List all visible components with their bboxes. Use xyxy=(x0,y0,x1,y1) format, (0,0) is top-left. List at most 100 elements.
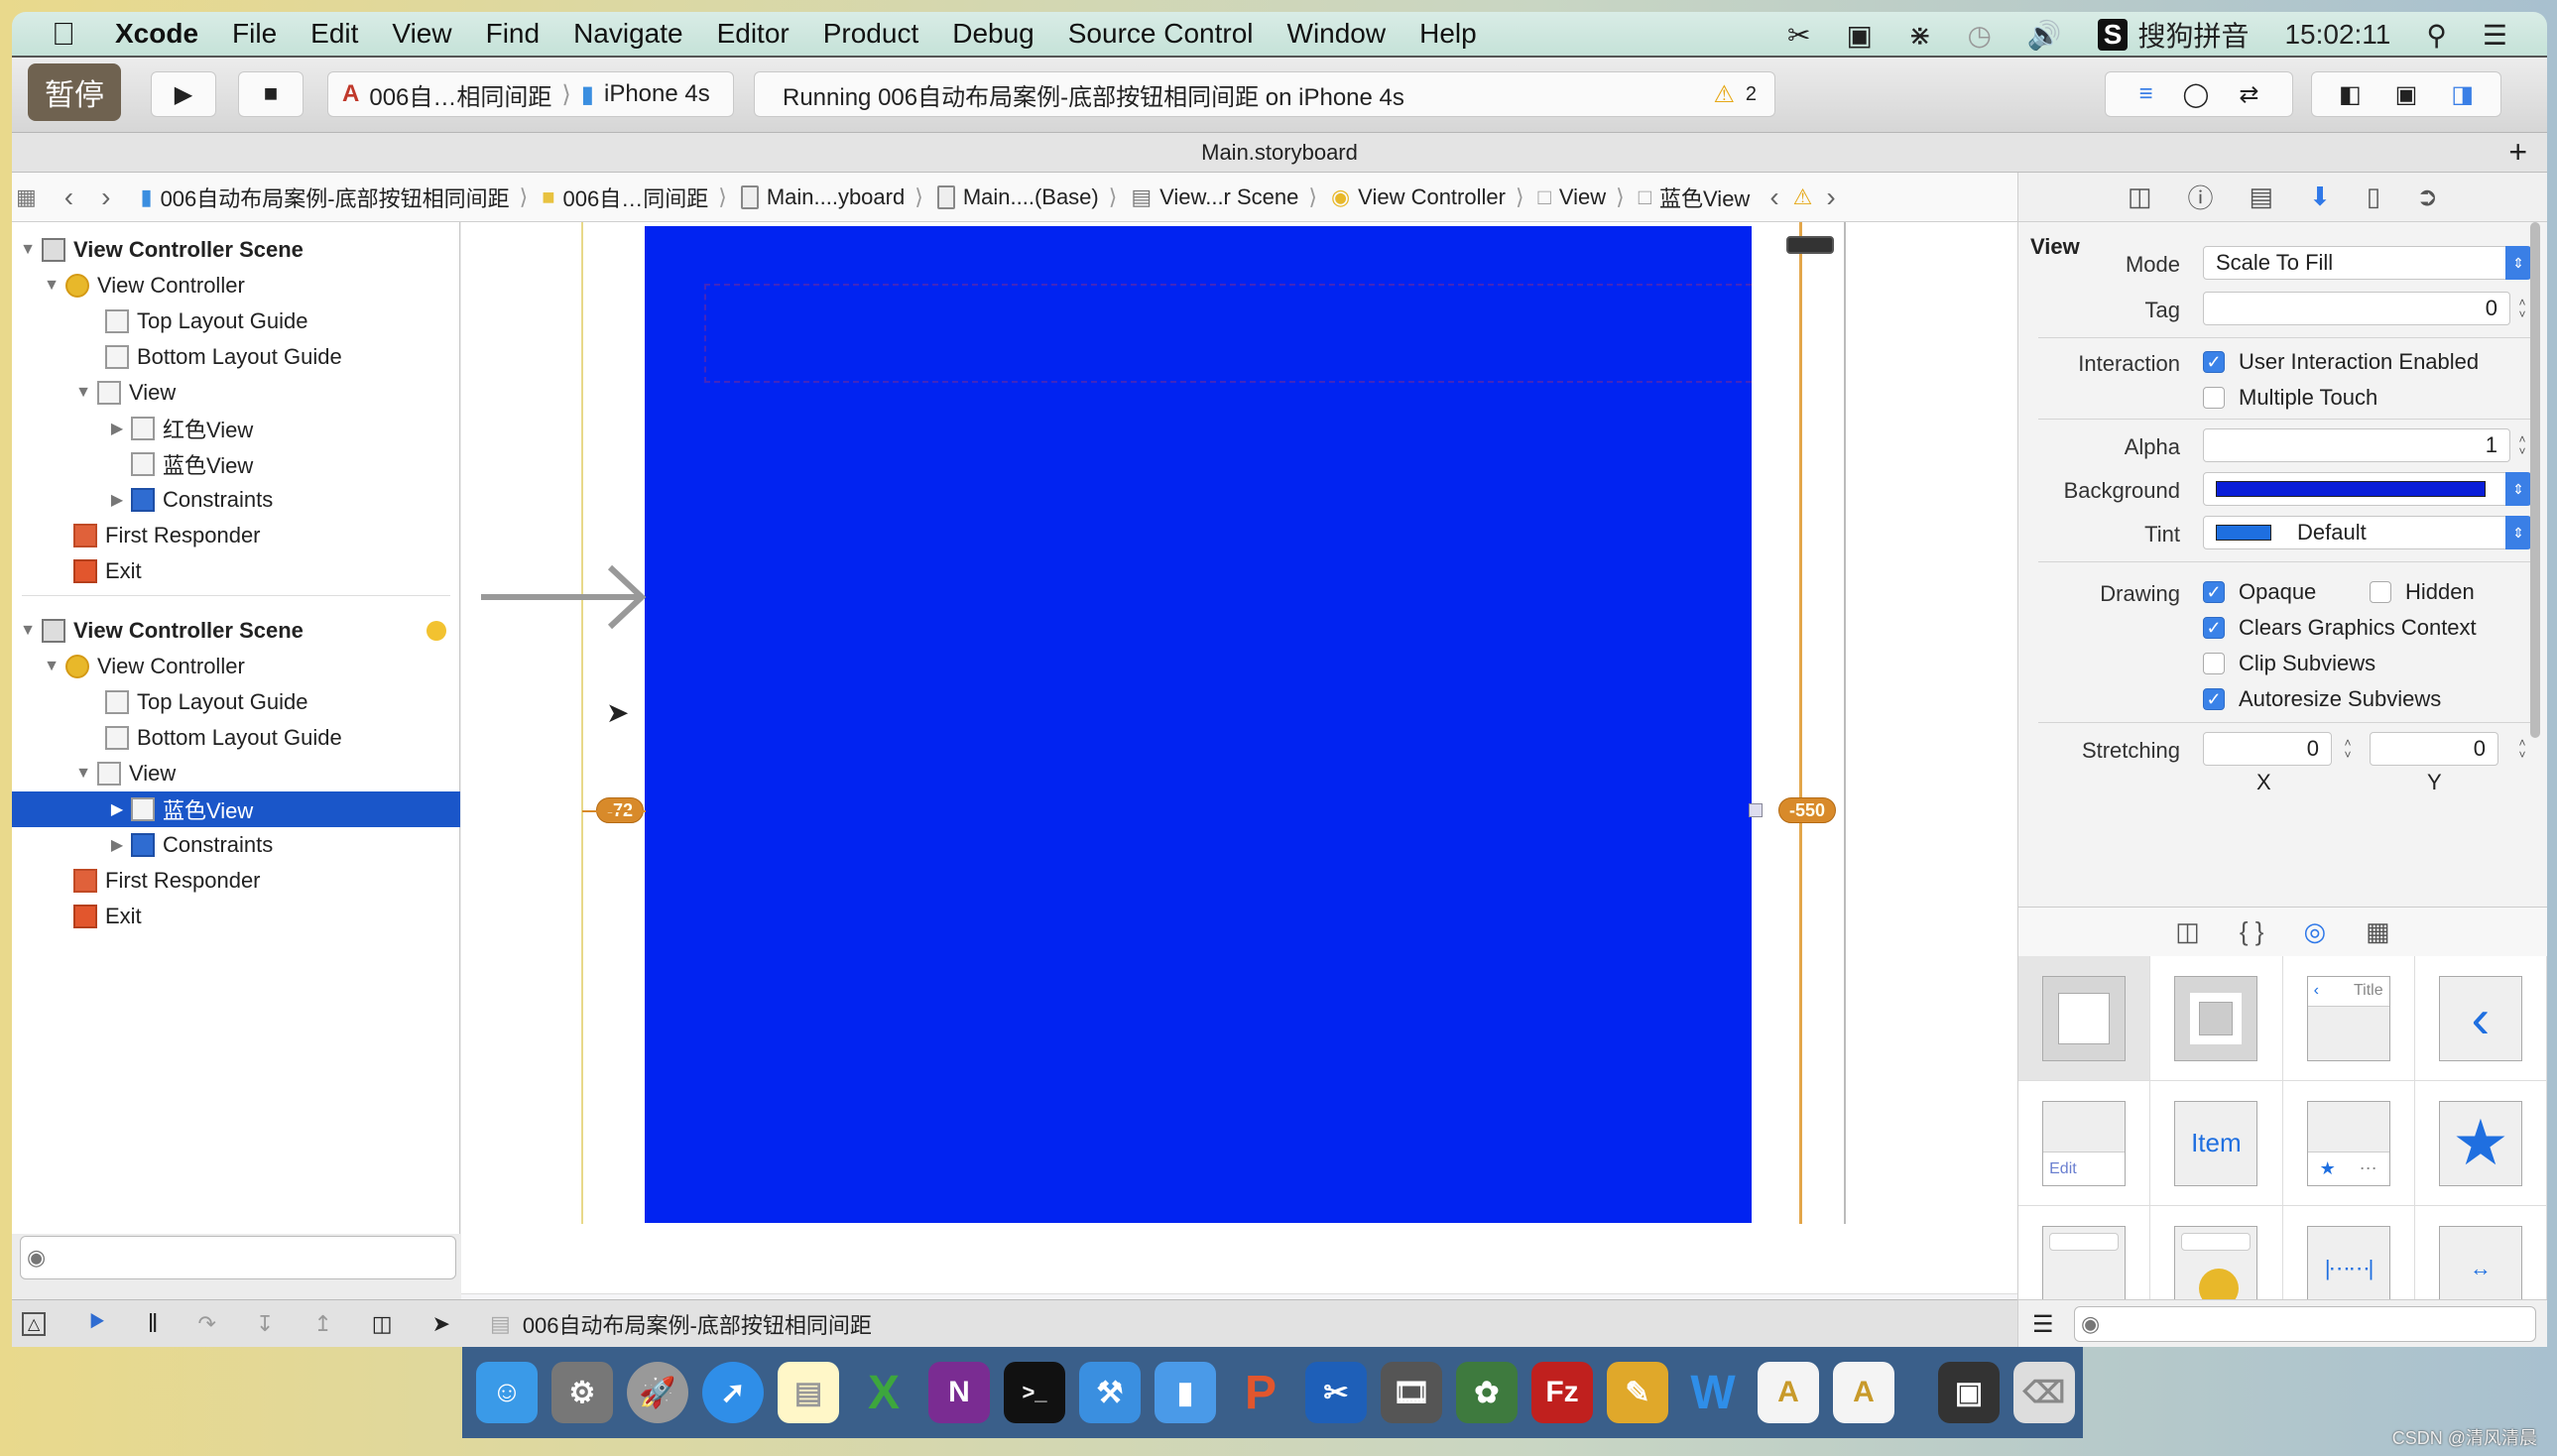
outline-red-view[interactable]: ▶ 红色View xyxy=(12,411,460,446)
dock-terminal-icon[interactable]: >_ xyxy=(1004,1362,1065,1423)
clip-subviews-checkbox[interactable]: Clip Subviews xyxy=(2203,651,2375,676)
disclosure-closed-icon[interactable]: ▶ xyxy=(109,799,125,819)
standard-editor-icon[interactable]: ≡ xyxy=(2139,80,2153,108)
library-item-bar-button-item[interactable]: Item xyxy=(2150,1081,2283,1206)
camera-icon[interactable]: ▣ xyxy=(1847,19,1873,52)
tag-stepper[interactable]: ˄ ˅ xyxy=(2514,292,2530,325)
library-item-container-view[interactable] xyxy=(2150,956,2283,1081)
dock-screenshot-icon[interactable]: ✂ xyxy=(1305,1362,1367,1423)
dock-screen-recorder-icon[interactable]: ▣ xyxy=(1938,1362,2000,1423)
version-editor-icon[interactable]: ⇄ xyxy=(2239,80,2258,109)
clock[interactable]: 15:02:11 xyxy=(2284,19,2390,51)
jump-scene[interactable]: ▤ View...r Scene xyxy=(1131,184,1298,210)
outline-exit[interactable]: Exit xyxy=(12,553,460,589)
dock-app-icon[interactable]: ✿ xyxy=(1456,1362,1518,1423)
tint-select[interactable]: Default ⇕ xyxy=(2203,516,2532,549)
spotlight-icon[interactable]: ⚲ xyxy=(2426,19,2447,52)
library-item-view[interactable] xyxy=(2018,956,2151,1081)
outline-scene-2[interactable]: ▼ View Controller Scene xyxy=(12,613,460,649)
outline-constraints[interactable]: ▶ Constraints xyxy=(12,827,460,863)
menu-source-control[interactable]: Source Control xyxy=(1068,18,1254,50)
list-view-icon[interactable]: ☰ xyxy=(2032,1310,2054,1339)
disclosure-open-icon[interactable]: ▼ xyxy=(20,241,36,259)
disclosure-open-icon[interactable]: ▼ xyxy=(75,765,91,783)
jump-storyboard[interactable]: Main....yboard xyxy=(740,184,905,210)
trailing-constraint-badge[interactable]: -550 xyxy=(1778,797,1837,823)
menu-help[interactable]: Help xyxy=(1419,18,1477,50)
background-color-select[interactable]: ⇕ xyxy=(2203,472,2532,506)
library-item-navigation-item[interactable]: ‹ xyxy=(2414,956,2547,1081)
step-over-icon[interactable]: ↷ xyxy=(197,1311,215,1337)
outline-scene-1[interactable]: ▼ View Controller Scene xyxy=(12,232,460,268)
outline-view[interactable]: ▼ View xyxy=(12,756,460,791)
warning-dot-icon[interactable] xyxy=(426,621,446,641)
issue-warning-icon[interactable]: ⚠ xyxy=(1793,184,1813,210)
user-interaction-checkbox[interactable]: ✓ User Interaction Enabled xyxy=(2203,349,2479,375)
warning-icon[interactable]: ⚠ xyxy=(1713,80,1735,109)
next-issue-button[interactable]: › xyxy=(1826,182,1835,213)
menu-app[interactable]: Xcode xyxy=(115,18,198,50)
debug-target-label[interactable]: 006自动布局案例-底部按钮相同间距 xyxy=(523,1308,872,1340)
pause-execution-icon[interactable]: ‖ xyxy=(148,1308,159,1339)
file-inspector-icon[interactable]: ◫ xyxy=(2128,182,2152,212)
library-item-navigation-bar[interactable]: ‹ Title xyxy=(2282,956,2415,1081)
stretch-y-stepper[interactable]: ˄ ˅ xyxy=(2514,732,2530,766)
dock-app-icon[interactable]: ✎ xyxy=(1607,1362,1668,1423)
dock-document-icon[interactable]: A xyxy=(1758,1362,1819,1423)
outline-blue-view[interactable]: 蓝色View xyxy=(12,446,460,482)
dock-safari-icon[interactable]: ➚ xyxy=(702,1362,764,1423)
bluetooth-icon[interactable]: ⋇ xyxy=(1908,19,1931,52)
dock-excel-icon[interactable]: X xyxy=(853,1362,914,1423)
library-item-tab-bar[interactable]: ★ ⋯ xyxy=(2282,1081,2415,1206)
step-into-icon[interactable]: ↧ xyxy=(256,1311,274,1337)
volume-icon[interactable]: 🔊 xyxy=(2027,19,2062,52)
outline-bottom-layout-guide[interactable]: Bottom Layout Guide xyxy=(12,339,460,375)
alpha-stepper[interactable]: ˄ ˅ xyxy=(2514,428,2530,462)
scheme-selector[interactable]: A 006自…相同间距 ⟩ ▮ iPhone 4s xyxy=(327,71,734,117)
breakpoints-toggle-icon[interactable]: ⯈ xyxy=(85,1307,107,1340)
menu-debug[interactable]: Debug xyxy=(952,18,1035,50)
menu-product[interactable]: Product xyxy=(823,18,919,50)
clears-graphics-checkbox[interactable]: ✓ Clears Graphics Context xyxy=(2203,615,2477,641)
navigator-toggle-icon[interactable]: ◧ xyxy=(2339,80,2362,109)
outline-bottom-layout-guide[interactable]: Bottom Layout Guide xyxy=(12,720,460,756)
location-icon[interactable]: ➤ xyxy=(432,1311,450,1337)
dock-notes-icon[interactable]: ▤ xyxy=(778,1362,839,1423)
menu-find[interactable]: Find xyxy=(486,18,540,50)
apple-icon[interactable]:  xyxy=(52,16,75,53)
previous-issue-button[interactable]: ‹ xyxy=(1769,182,1778,213)
alpha-field[interactable]: 1 xyxy=(2203,428,2510,462)
dock-filezilla-icon[interactable]: Fz xyxy=(1531,1362,1593,1423)
blue-view[interactable] xyxy=(645,226,1752,1223)
outline-top-layout-guide[interactable]: Top Layout Guide xyxy=(12,303,460,339)
dock-finder-icon[interactable]: ☺ xyxy=(476,1362,538,1423)
utilities-toggle-icon[interactable]: ◨ xyxy=(2451,80,2474,109)
outline-first-responder[interactable]: First Responder xyxy=(12,863,460,899)
jump-project[interactable]: ▮ 006自动布局案例-底部按钮相同间距 xyxy=(140,182,509,213)
outline-view[interactable]: ▼ View xyxy=(12,375,460,411)
related-items-icon[interactable]: ▦ xyxy=(16,184,37,210)
menu-file[interactable]: File xyxy=(232,18,277,50)
dock-video-icon[interactable]: 🎞 xyxy=(1381,1362,1442,1423)
back-button[interactable]: ‹ xyxy=(64,182,73,213)
disclosure-open-icon[interactable]: ▼ xyxy=(20,622,36,640)
dock-launchpad-icon[interactable]: 🚀 xyxy=(627,1362,688,1423)
stretch-y-field[interactable]: 0 xyxy=(2370,732,2498,766)
menu-editor[interactable]: Editor xyxy=(717,18,790,50)
object-library-icon[interactable]: ◎ xyxy=(2303,916,2326,947)
disclosure-closed-icon[interactable]: ▶ xyxy=(109,419,125,438)
multiple-touch-checkbox[interactable]: Multiple Touch xyxy=(2203,385,2377,411)
menu-window[interactable]: Window xyxy=(1287,18,1387,50)
inspector-scrollbar[interactable] xyxy=(2530,222,2540,738)
hide-debug-area-icon[interactable]: △ xyxy=(22,1311,47,1336)
dock-onenote-icon[interactable]: N xyxy=(928,1362,990,1423)
input-method-icon[interactable]: S xyxy=(2097,19,2129,51)
connections-inspector-icon[interactable]: ➲ xyxy=(2416,182,2438,212)
stop-button[interactable]: ■ xyxy=(238,71,304,117)
dock-system-preferences-icon[interactable]: ⚙ xyxy=(551,1362,613,1423)
library-filter-field[interactable]: ◉ xyxy=(2074,1306,2536,1342)
code-snippet-library-icon[interactable]: { } xyxy=(2240,916,2264,947)
media-library-icon[interactable]: ▦ xyxy=(2366,916,2390,947)
warning-count[interactable]: 2 xyxy=(1746,83,1757,106)
menu-view[interactable]: View xyxy=(392,18,451,50)
